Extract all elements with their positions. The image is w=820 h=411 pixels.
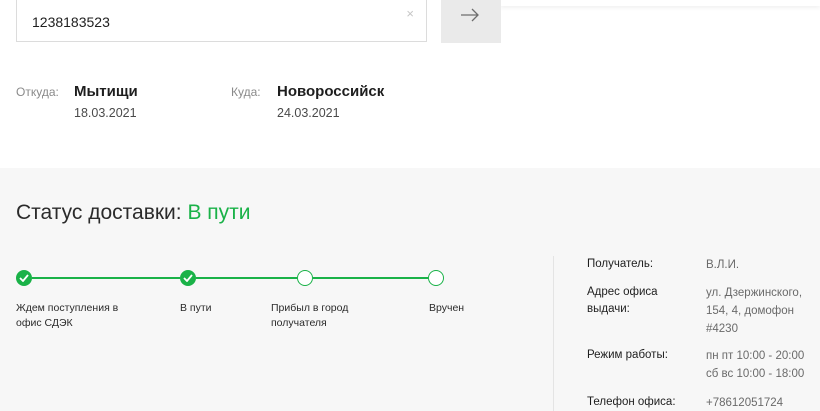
step-node-1: [16, 270, 32, 286]
step-label-2: В пути: [180, 302, 212, 314]
from-date: 18.03.2021: [74, 106, 137, 120]
from-city: Мытищи: [74, 83, 138, 100]
working-hours-weekdays: пн пт 10:00 - 20:00: [706, 350, 805, 362]
delivery-status-section: Статус доставки: В пути Ждем поступления…: [0, 168, 820, 411]
to-city: Новороссийск: [277, 83, 385, 100]
track-submit-button[interactable]: [441, 0, 501, 43]
progress-line: [313, 277, 428, 279]
office-address-label: Адрес офиса выдачи:: [587, 286, 658, 315]
details-divider: [553, 256, 554, 411]
tracking-number-input[interactable]: [17, 0, 387, 40]
header-shadow: [500, 0, 820, 6]
delivery-progress: Ждем поступления в офис СДЭК В пути Приб…: [0, 168, 540, 411]
to-date: 24.03.2021: [277, 106, 340, 120]
step-label-3: Прибыл в город получателя: [271, 302, 349, 329]
recipient-label: Получатель:: [587, 258, 654, 270]
progress-line: [32, 277, 180, 279]
tracking-header: × Откуда: Мытищи 18.03.2021 Куда: Новоро…: [0, 0, 820, 168]
step-label-4: Вручен: [429, 302, 465, 314]
check-icon: [19, 274, 29, 282]
step-node-3: [297, 270, 313, 286]
to-label: Куда:: [231, 85, 261, 99]
step-node-4: [428, 270, 444, 286]
progress-line: [196, 277, 297, 279]
check-icon: [183, 274, 193, 282]
office-phone-value[interactable]: +78612051724: [706, 394, 812, 411]
recipient-value: В.Л.И.: [706, 259, 740, 271]
arrow-right-icon: [461, 8, 479, 22]
office-phone-label: Телефон офиса:: [587, 396, 676, 408]
working-hours-label: Режим работы:: [587, 349, 668, 361]
tracking-number-field[interactable]: ×: [16, 0, 427, 42]
clear-icon[interactable]: ×: [406, 6, 414, 21]
office-address-value: ул. Дзержинского, 154, 4, домофон #4230: [706, 287, 803, 335]
working-hours-value: пн пт 10:00 - 20:00 сб вс 10:00 - 18:00: [706, 347, 812, 383]
from-label: Откуда:: [16, 85, 59, 99]
step-node-2: [180, 270, 196, 286]
working-hours-weekend: сб вс 10:00 - 18:00: [706, 368, 805, 380]
step-label-1: Ждем поступления в офис СДЭК: [16, 302, 119, 329]
